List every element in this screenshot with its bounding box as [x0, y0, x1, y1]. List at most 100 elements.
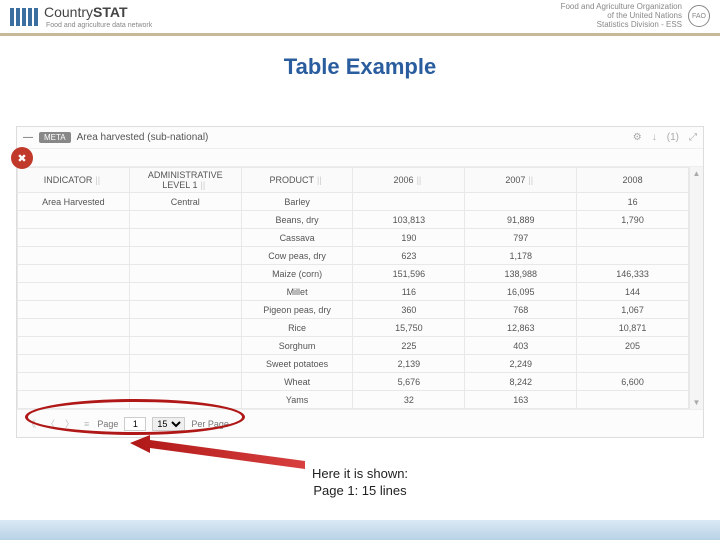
cell-indicator	[18, 247, 130, 265]
table-row: Millet11616,095144	[18, 283, 689, 301]
table-row: Sorghum225403205	[18, 337, 689, 355]
col-2006[interactable]: 2006||	[353, 168, 465, 193]
cell-product: Millet	[241, 283, 353, 301]
cell-product: Sorghum	[241, 337, 353, 355]
table-row: Maize (corn)151,596138,988146,333	[18, 265, 689, 283]
page-menu-icon[interactable]: ≡	[82, 419, 91, 429]
cell-product: Beans, dry	[241, 211, 353, 229]
table-row: Pigeon peas, dry3607681,067	[18, 301, 689, 319]
gear-icon[interactable]: ⚙	[633, 132, 642, 143]
table-row: Cassava190797	[18, 229, 689, 247]
cell-2006: 190	[353, 229, 465, 247]
cell-2008: 144	[577, 283, 689, 301]
col-2008[interactable]: 2008	[577, 168, 689, 193]
cell-2007: 16,095	[465, 283, 577, 301]
cell-2008: 1,790	[577, 211, 689, 229]
scroll-down-icon[interactable]: ▼	[693, 396, 701, 409]
tools-row: ✖	[17, 149, 703, 167]
per-page-label: Per Page	[191, 419, 229, 429]
meta-badge[interactable]: META	[39, 132, 71, 143]
cell-admin	[129, 391, 241, 409]
cell-2008: 1,067	[577, 301, 689, 319]
table-row: Rice15,75012,86310,871	[18, 319, 689, 337]
cell-2007: 12,863	[465, 319, 577, 337]
cell-2007: 91,889	[465, 211, 577, 229]
org-block: Food and Agriculture Organization of the…	[561, 3, 710, 29]
cell-product: Barley	[241, 193, 353, 211]
caption: Here it is shown: Page 1: 15 lines	[0, 466, 720, 500]
cell-2008	[577, 247, 689, 265]
cell-2008: 16	[577, 193, 689, 211]
cell-admin	[129, 247, 241, 265]
slide-title: Table Example	[0, 54, 720, 80]
cell-2006: 103,813	[353, 211, 465, 229]
page-next-button[interactable]: 〉	[63, 417, 76, 430]
cell-2006	[353, 193, 465, 211]
cell-indicator	[18, 355, 130, 373]
page-prev-button[interactable]: 〈	[44, 417, 57, 430]
cell-2008: 146,333	[577, 265, 689, 283]
cell-2006: 116	[353, 283, 465, 301]
cell-2006: 151,596	[353, 265, 465, 283]
cell-2006: 5,676	[353, 373, 465, 391]
table-header-row: INDICATOR|| ADMINISTRATIVE LEVEL 1|| PRO…	[18, 168, 689, 193]
cell-2008: 205	[577, 337, 689, 355]
vertical-scrollbar[interactable]: ▲ ▼	[689, 167, 703, 409]
cell-product: Maize (corn)	[241, 265, 353, 283]
cell-2007: 403	[465, 337, 577, 355]
cell-indicator	[18, 283, 130, 301]
fao-emblem-icon: FAO	[688, 5, 710, 27]
cell-2008	[577, 391, 689, 409]
tools-button[interactable]: ✖	[11, 147, 33, 169]
brand-tagline: Food and agriculture data network	[46, 22, 152, 29]
cell-admin	[129, 373, 241, 391]
cell-2006: 623	[353, 247, 465, 265]
cell-2007: 2,249	[465, 355, 577, 373]
cell-product: Yams	[241, 391, 353, 409]
table-row: Area HarvestedCentralBarley16	[18, 193, 689, 211]
expand-icon[interactable]: ⤢	[689, 132, 697, 143]
cell-indicator	[18, 391, 130, 409]
download-icon[interactable]: ↓	[652, 132, 657, 143]
cell-admin	[129, 355, 241, 373]
cell-2007: 797	[465, 229, 577, 247]
pager: 《 〈 〉 ≡ Page 15 Per Page	[17, 409, 703, 437]
cell-product: Wheat	[241, 373, 353, 391]
cell-product: Sweet potatoes	[241, 355, 353, 373]
cell-admin	[129, 319, 241, 337]
cell-admin: Central	[129, 193, 241, 211]
brand-block: CountrySTAT Food and agriculture data ne…	[10, 4, 152, 29]
page-header: CountrySTAT Food and agriculture data ne…	[0, 0, 720, 36]
page-first-button[interactable]: 《	[25, 417, 38, 430]
data-table: INDICATOR|| ADMINISTRATIVE LEVEL 1|| PRO…	[17, 167, 689, 409]
cell-indicator	[18, 229, 130, 247]
count-badge: (1)	[667, 132, 679, 143]
cell-2006: 360	[353, 301, 465, 319]
page-input[interactable]	[124, 417, 146, 431]
cell-indicator	[18, 265, 130, 283]
table-row: Cow peas, dry6231,178	[18, 247, 689, 265]
brand-text: CountrySTAT Food and agriculture data ne…	[44, 4, 152, 29]
table-row: Yams32163	[18, 391, 689, 409]
cell-indicator	[18, 337, 130, 355]
cell-2008	[577, 229, 689, 247]
cell-indicator	[18, 319, 130, 337]
cell-admin	[129, 265, 241, 283]
cell-2007: 768	[465, 301, 577, 319]
col-2007[interactable]: 2007||	[465, 168, 577, 193]
cell-2008: 10,871	[577, 319, 689, 337]
col-product[interactable]: PRODUCT||	[241, 168, 353, 193]
cell-admin	[129, 229, 241, 247]
cell-2007: 1,178	[465, 247, 577, 265]
cell-2006: 2,139	[353, 355, 465, 373]
cell-2007: 8,242	[465, 373, 577, 391]
panel-header: — META Area harvested (sub-national) ⚙ ↓…	[17, 127, 703, 149]
cell-admin	[129, 283, 241, 301]
cell-admin	[129, 337, 241, 355]
cell-admin	[129, 301, 241, 319]
col-admin[interactable]: ADMINISTRATIVE LEVEL 1||	[129, 168, 241, 193]
col-indicator[interactable]: INDICATOR||	[18, 168, 130, 193]
per-page-select[interactable]: 15	[152, 417, 185, 431]
collapse-icon[interactable]: —	[23, 132, 33, 143]
scroll-up-icon[interactable]: ▲	[693, 167, 701, 180]
